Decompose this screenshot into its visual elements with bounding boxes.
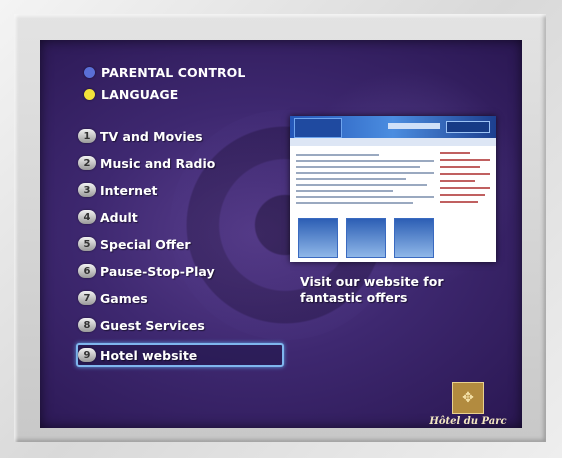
menu-item-label: Adult [100, 209, 138, 225]
hotel-name: Hôtel du Parc [429, 416, 507, 427]
menu-item-label: Internet [100, 182, 158, 198]
menu-item-special-offer[interactable]: 5 Special Offer [78, 234, 282, 254]
number-1-icon: 1 [78, 129, 96, 143]
menu-item-label: Guest Services [100, 317, 205, 333]
parental-control-label: PARENTAL CONTROL [101, 65, 246, 80]
menu-item-adult[interactable]: 4 Adult [78, 207, 282, 227]
number-4-icon: 4 [78, 210, 96, 224]
preview-search-bar [388, 123, 440, 129]
preview-thumbnail [346, 218, 386, 258]
menu-item-music-and-radio[interactable]: 2 Music and Radio [78, 153, 282, 173]
menu-item-games[interactable]: 7 Games [78, 288, 282, 308]
number-3-icon: 3 [78, 183, 96, 197]
preview-logo [294, 118, 342, 138]
preview-button [446, 121, 490, 133]
crest-icon: ✥ [452, 382, 484, 414]
menu-item-internet[interactable]: 3 Internet [78, 180, 282, 200]
preview-thumbnail [298, 218, 338, 258]
menu-item-hotel-website[interactable]: 9 Hotel website [76, 343, 284, 367]
menu-item-label: Games [100, 290, 148, 306]
menu-item-label: Hotel website [100, 347, 198, 363]
tv-bezel: PARENTAL CONTROL LANGUAGE 1 TV and Movie… [0, 0, 562, 458]
preview-nav [290, 138, 496, 146]
preview-caption: Visit our website for fantastic offers [300, 274, 444, 305]
tv-screen: PARENTAL CONTROL LANGUAGE 1 TV and Movie… [40, 40, 522, 428]
menu-item-guest-services[interactable]: 8 Guest Services [78, 315, 282, 335]
menu-item-label: Music and Radio [100, 155, 216, 171]
number-2-icon: 2 [78, 156, 96, 170]
menu-item-label: Pause-Stop-Play [100, 263, 215, 279]
number-8-icon: 8 [78, 318, 96, 332]
language-option[interactable]: LANGUAGE [84, 87, 178, 102]
parental-control-option[interactable]: PARENTAL CONTROL [84, 65, 245, 80]
menu-item-pause-stop-play[interactable]: 6 Pause-Stop-Play [78, 261, 282, 281]
number-9-icon: 9 [78, 348, 96, 362]
yellow-button-icon [84, 89, 95, 100]
number-5-icon: 5 [78, 237, 96, 251]
website-preview-image [290, 116, 496, 262]
number-6-icon: 6 [78, 264, 96, 278]
language-label: LANGUAGE [101, 87, 179, 102]
blue-button-icon [84, 67, 95, 78]
menu-item-tv-and-movies[interactable]: 1 TV and Movies [78, 126, 282, 146]
menu-item-label: Special Offer [100, 236, 191, 252]
preview-sidebar [440, 152, 490, 208]
preview-thumbnail [394, 218, 434, 258]
preview-text-lines [296, 154, 434, 208]
number-7-icon: 7 [78, 291, 96, 305]
hotel-logo: ✥ Hôtel du Parc [428, 382, 508, 427]
preview-header [290, 116, 496, 138]
menu-item-label: TV and Movies [100, 128, 203, 144]
